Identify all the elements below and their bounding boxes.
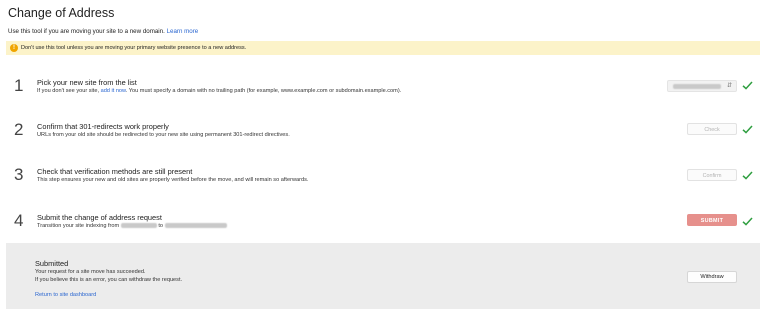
return-to-dashboard-link[interactable]: Return to site dashboard <box>35 292 96 298</box>
check-icon <box>742 81 753 90</box>
step-title: Pick your new site from the list <box>37 78 137 87</box>
step-description: This step ensures your new and old sites… <box>37 177 309 183</box>
warning-text: Don't use this tool unless you are movin… <box>21 44 247 51</box>
step-description: URLs from your old site should be redire… <box>37 132 290 138</box>
step-number: 3 <box>14 165 24 184</box>
step-number: 2 <box>14 120 24 139</box>
step-desc-text: . You must specify a domain with no trai… <box>125 88 402 94</box>
step-desc-text: to <box>158 223 163 229</box>
site-select[interactable]: ⇵ <box>667 80 737 92</box>
page-title: Change of Address <box>8 6 115 20</box>
withdraw-button[interactable]: Withdraw <box>687 271 737 283</box>
check-icon <box>742 171 753 180</box>
submitted-title: Submitted <box>35 259 69 268</box>
redacted-new-site <box>164 223 227 229</box>
step-description: If you don't see your site, add it now. … <box>37 88 401 94</box>
learn-more-link[interactable]: Learn more <box>167 28 199 35</box>
page-subtitle: Use this tool if you are moving your sit… <box>8 28 198 35</box>
step-title: Check that verification methods are stil… <box>37 167 193 176</box>
step-1: 1 Pick your new site from the list If yo… <box>0 70 765 110</box>
step-3: 3 Check that verification methods are st… <box>0 162 765 202</box>
step-4: 4 Submit the change of address request T… <box>0 208 765 248</box>
select-arrow-icon: ⇵ <box>726 83 732 89</box>
subtitle-text: Use this tool if you are moving your sit… <box>8 28 165 35</box>
submitted-message: If you believe this is an error, you can… <box>35 277 183 283</box>
submitted-message: Your request for a site move has succeed… <box>35 269 146 275</box>
submitted-panel: Submitted Your request for a site move h… <box>6 243 760 309</box>
step-title: Confirm that 301-redirects work properly <box>37 122 169 131</box>
step-title: Submit the change of address request <box>37 213 162 222</box>
check-icon <box>742 125 753 134</box>
warning-icon: ! <box>10 44 18 52</box>
add-it-now-link[interactable]: add it now <box>101 88 126 94</box>
step-number: 4 <box>14 211 24 230</box>
redacted-site-name <box>673 84 721 89</box>
step-desc-text: Transition your site indexing from <box>37 223 120 229</box>
redacted-old-site <box>120 223 157 229</box>
submit-button[interactable]: SUBMIT <box>687 214 737 226</box>
step-number: 1 <box>14 76 24 95</box>
warning-banner: ! Don't use this tool unless you are mov… <box>6 41 760 55</box>
check-icon <box>742 217 753 226</box>
step-desc-text: If you don't see your site, <box>37 88 101 94</box>
step-2: 2 Confirm that 301-redirects work proper… <box>0 117 765 157</box>
step-description: Transition your site indexing from to <box>37 223 227 229</box>
check-button[interactable]: Check <box>687 123 737 135</box>
confirm-button[interactable]: Confirm <box>687 169 737 181</box>
